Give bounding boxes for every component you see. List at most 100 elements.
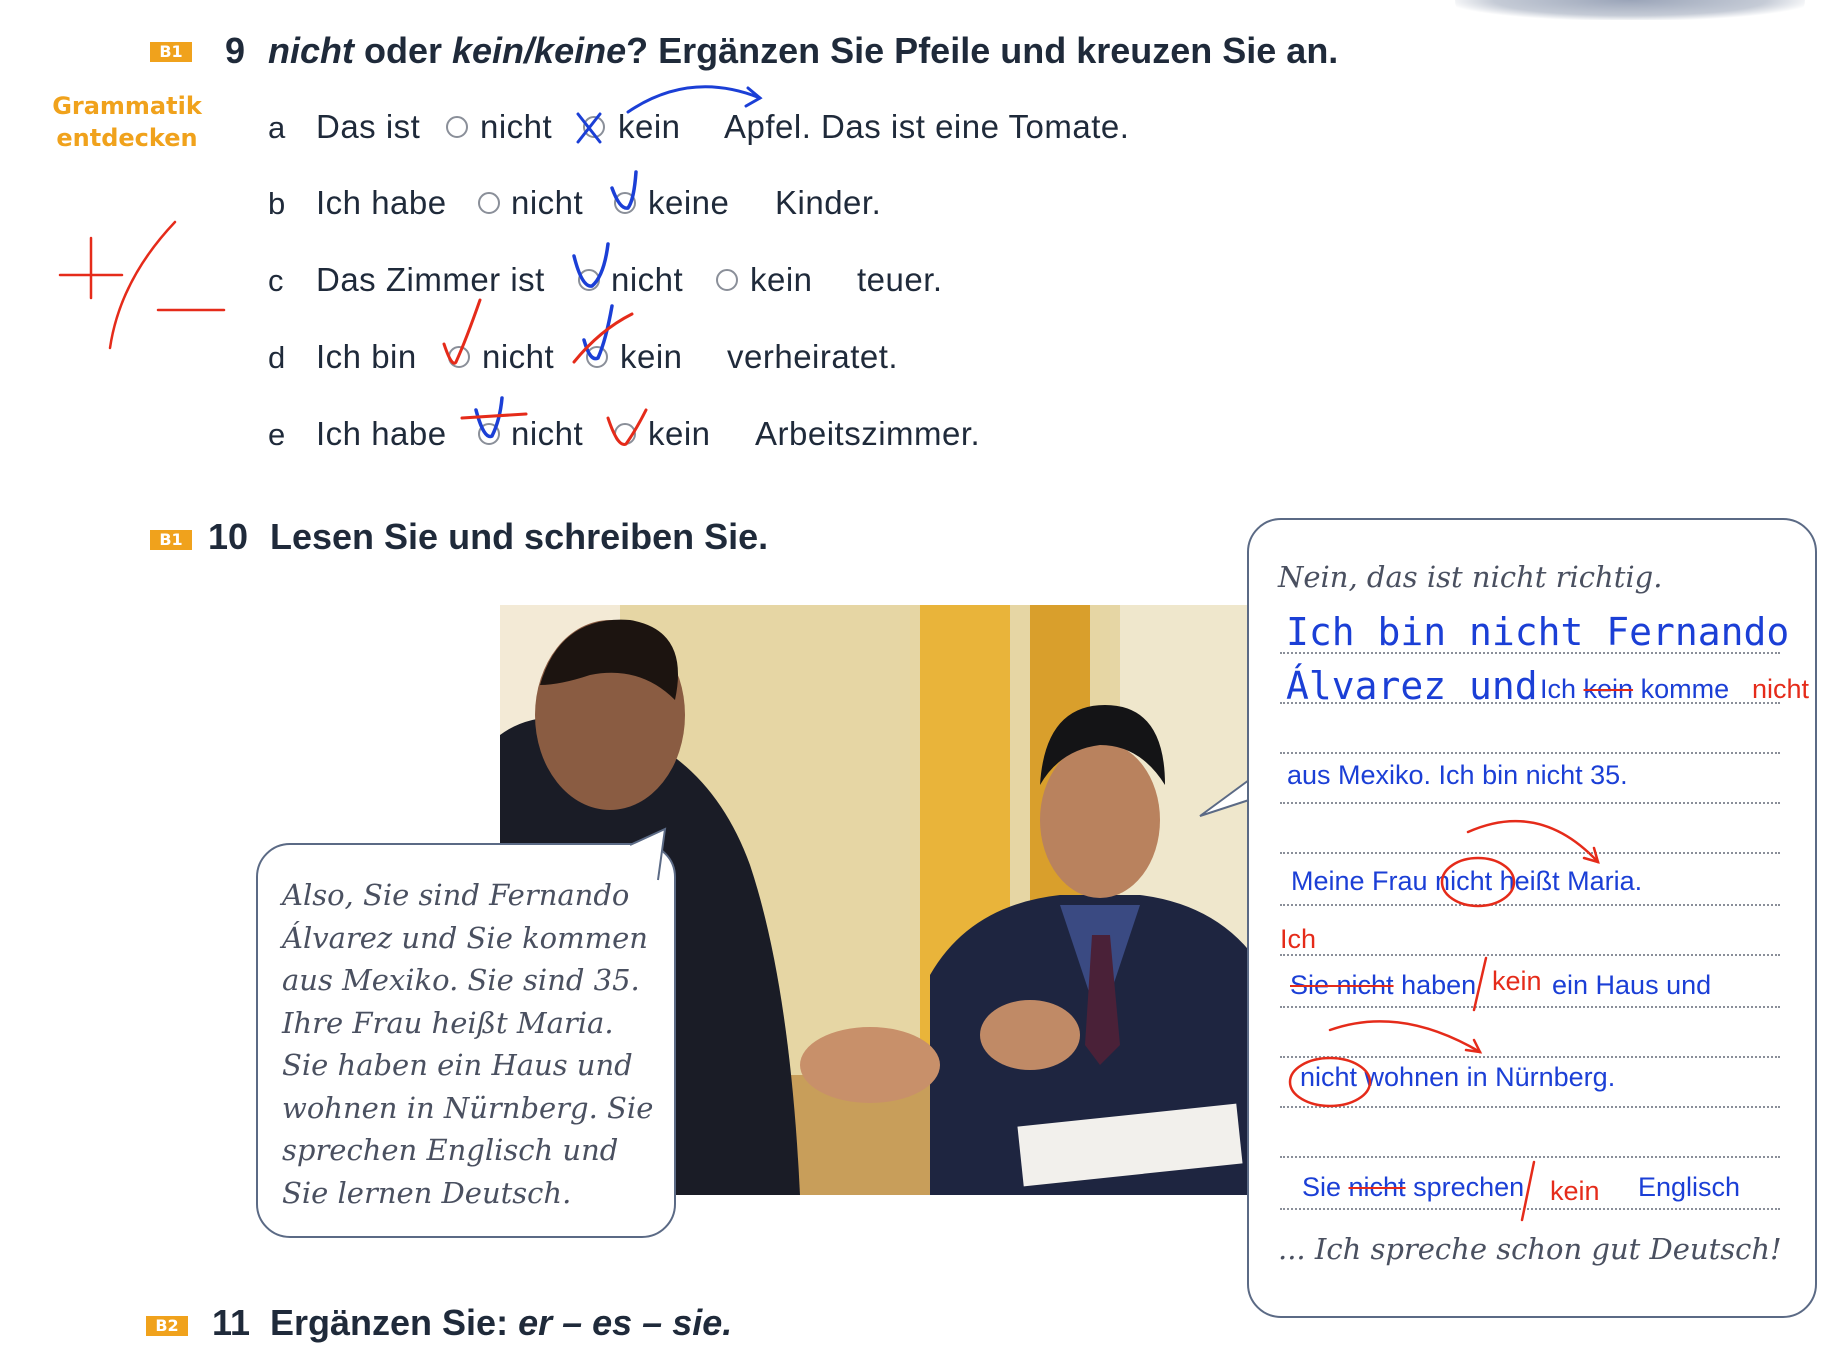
answer-word: komme [1633, 674, 1730, 704]
radio-e-kein[interactable] [614, 423, 636, 445]
title-italic: er – es – sie. [518, 1302, 733, 1343]
bubble-line: Sie lernen Deutsch. [282, 1175, 572, 1210]
radio-a-nicht[interactable] [446, 116, 468, 138]
radio-c-kein[interactable] [716, 269, 738, 291]
answer-line [1280, 1156, 1780, 1158]
answer-line [1280, 752, 1780, 754]
radio-e-nicht[interactable] [478, 423, 500, 445]
option-c-kein: kein [750, 261, 813, 298]
corner-shadow [1455, 0, 1805, 20]
sidebar-line: Grammatik [52, 92, 202, 120]
right-bubble-intro: Nein, das ist nicht richtig. [1278, 560, 1663, 594]
exercise-number-11: 11 [212, 1302, 251, 1343]
row-letter-a: a [268, 110, 286, 145]
answer-text: Meine Frau nicht heißt Maria. [1291, 866, 1643, 896]
answer-text: Sie nicht haben [1290, 970, 1476, 1001]
answer-text: Ich kein komme [1540, 674, 1729, 705]
bubble-line: Also, Sie sind Fernando [282, 878, 630, 912]
bubble-line: wohnen in Nürnberg. Sie [282, 1090, 654, 1125]
answer-line [1280, 1006, 1780, 1008]
radio-b-keine[interactable] [614, 192, 636, 214]
correction-text: nicht [1752, 674, 1810, 704]
right-bubble-outro: ... Ich spreche schon gut Deutsch! [1278, 1232, 1782, 1266]
bubble-line: aus Mexiko. Sie sind 35. [282, 963, 640, 997]
bubble-line: Ihre Frau heißt Maria. [282, 1005, 614, 1040]
row-stem-b: Ich habe [316, 184, 447, 221]
answer-line [1280, 904, 1780, 906]
option-c-nicht: nicht [611, 261, 684, 298]
row-letter-e: e [268, 417, 286, 452]
left-bubble-text: Also, Sie sind Fernando Álvarez und Sie … [282, 874, 672, 1214]
answer-strike: Sie nicht [1290, 970, 1394, 1000]
answer-line [1280, 702, 1780, 704]
answer-strike: kein [1583, 674, 1634, 704]
exercise-title-10: Lesen Sie und schreiben Sie. [270, 516, 769, 557]
exercise-number-9: 9 [225, 30, 246, 71]
option-e-nicht: nicht [511, 415, 584, 452]
answer-line [1280, 1056, 1780, 1058]
radio-d-kein[interactable] [586, 346, 608, 368]
level-badge-ex10: B1 [150, 530, 192, 550]
answer-text: ein Haus und [1552, 970, 1712, 1000]
title-word-nicht: nicht [268, 30, 354, 71]
answer-text: aus Mexiko. Ich bin nicht 35. [1287, 760, 1628, 790]
answer-text: Sie nicht sprechen [1302, 1172, 1524, 1203]
row-letter-b: b [268, 186, 286, 221]
exercise-title-9: nicht oder kein/keine? Ergänzen Sie Pfei… [268, 30, 1338, 72]
correction-text: kein [1492, 966, 1542, 996]
row-letter-d: d [268, 340, 286, 375]
answer-line [1280, 652, 1780, 654]
answer-line [1280, 802, 1780, 804]
radio-a-kein[interactable] [583, 116, 605, 138]
row-stem-a: Das ist [316, 108, 421, 145]
exercise-title-11: Ergänzen Sie: er – es – sie. [270, 1302, 732, 1344]
title-part: oder [354, 30, 453, 71]
answer-word: Ich [1540, 674, 1584, 704]
answer-strike: nicht [1348, 1172, 1406, 1202]
correction-text: Ich [1280, 924, 1317, 954]
option-b-nicht: nicht [511, 184, 584, 221]
sidebar-grammatik-entdecken: Grammatik entdecken [52, 90, 202, 154]
option-e-kein: kein [648, 415, 711, 452]
row-stem-d: Ich bin [316, 338, 417, 375]
option-d-nicht: nicht [482, 338, 555, 375]
row-end-d: verheiratet. [727, 338, 899, 375]
answer-word: Sie [1302, 1172, 1349, 1202]
bubble-line: Álvarez und Sie kommen [282, 920, 648, 955]
row-end-c: teuer. [857, 261, 943, 298]
row-end-a: Apfel. Das ist eine Tomate. [724, 108, 1130, 145]
radio-d-nicht[interactable] [448, 346, 470, 368]
level-badge-ex9: B1 [150, 42, 192, 62]
row-end-b: Kinder. [775, 184, 882, 221]
answer-line [1280, 1106, 1780, 1108]
answer-word: sprechen [1405, 1172, 1525, 1202]
option-a-nicht: nicht [480, 108, 553, 145]
answer-word: haben [1393, 970, 1477, 1000]
answer-line [1280, 852, 1780, 854]
sidebar-line: entdecken [56, 124, 198, 152]
answer-line [1280, 1208, 1780, 1210]
option-d-kein: kein [620, 338, 683, 375]
title-part: Ergänzen Sie: [270, 1302, 519, 1343]
handwritten-line-1: Ich bin nicht Fernando [1286, 610, 1790, 654]
title-word-kein-keine: kein/keine [452, 30, 627, 71]
radio-b-nicht[interactable] [478, 192, 500, 214]
option-a-kein: kein [618, 108, 681, 145]
plus-minus-doodle [58, 220, 226, 350]
correction-text: kein [1550, 1176, 1600, 1206]
level-badge-ex11: B2 [146, 1316, 188, 1336]
radio-c-nicht[interactable] [578, 269, 600, 291]
answer-text: Englisch [1638, 1172, 1741, 1202]
row-end-e: Arbeitszimmer. [755, 415, 981, 452]
row-letter-c: c [268, 263, 284, 298]
answer-line [1280, 954, 1780, 956]
workbook-page: B1 9 nicht oder kein/keine? Ergänzen Sie… [0, 0, 1848, 1356]
bubble-line: Sie haben ein Haus und [282, 1048, 633, 1082]
option-b-keine: keine [648, 184, 730, 221]
bubble-line: sprechen Englisch und [282, 1133, 619, 1167]
answer-text: nicht wohnen in Nürnberg. [1300, 1062, 1616, 1092]
exercise-number-10: 10 [208, 516, 249, 557]
title-part: ? Ergänzen Sie Pfeile und kreuzen Sie an… [626, 30, 1339, 71]
row-stem-e: Ich habe [316, 415, 447, 452]
row-stem-c: Das Zimmer ist [316, 261, 545, 298]
